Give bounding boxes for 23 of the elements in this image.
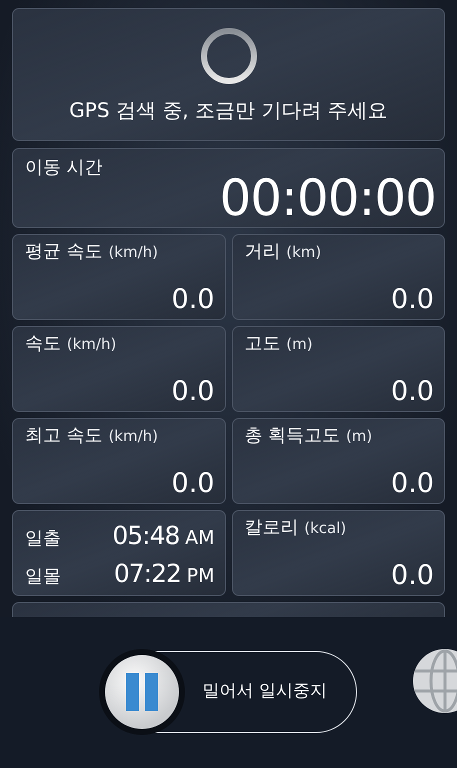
stat-value: 0.0 [390,470,434,497]
stat-value: 0.0 [170,470,214,497]
gps-status-message: GPS 검색 중, 조금만 기다려 주세요 [69,96,388,124]
stat-label: 거리 (km) [244,241,322,263]
stat-label: 총 획득고도 (m) [244,425,374,447]
sun-time: 05:48 AM [112,520,214,552]
stat-label: 속도 (km/h) [25,333,118,355]
sun-label: 일몰 [25,564,61,588]
stat-value: 0.0 [390,286,434,313]
stat-value: 0.0 [170,378,214,405]
stat-label: 평균 속도 (km/h) [25,241,160,263]
stat-label: 칼로리 (kcal) [244,517,348,539]
stat-label: 고도 (m) [244,333,314,355]
pause-slider[interactable]: 밀어서 일시중지 [100,651,356,733]
pause-icon[interactable] [104,655,178,729]
stat-value: 0.0 [170,286,214,313]
sun-label: 일출 [25,527,61,551]
stat-label: 최고 속도 (km/h) [25,425,160,447]
sun-time: 07:22 PM [114,558,214,590]
elapsed-time-label: 이동 시간 [24,157,103,180]
elapsed-time-value: 00:00:00 [219,173,436,227]
stat-value: 0.0 [390,562,434,589]
stat-value: 0.0 [390,378,434,405]
